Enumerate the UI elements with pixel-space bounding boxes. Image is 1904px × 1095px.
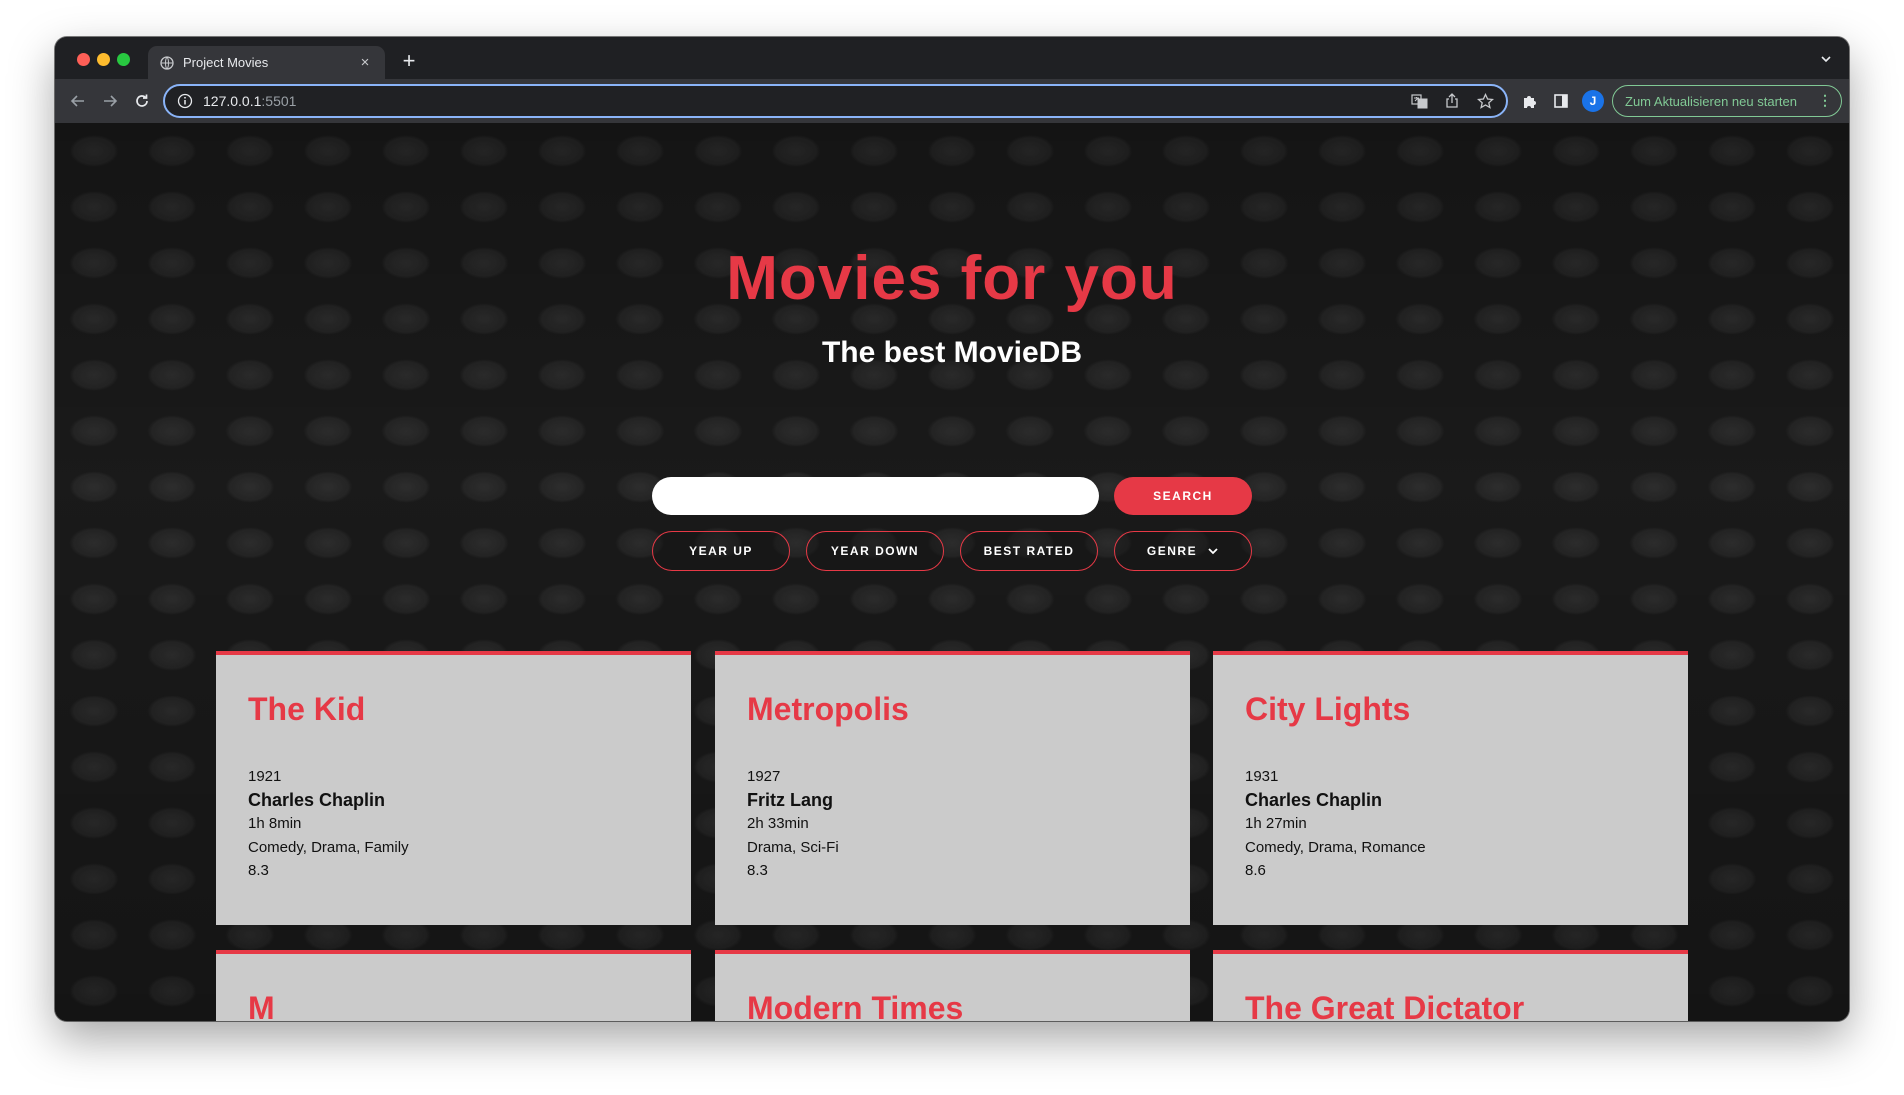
movie-year: 1931 [1245, 768, 1279, 785]
extensions-puzzle-icon[interactable] [1520, 91, 1540, 111]
movie-director: Fritz Lang [747, 789, 833, 810]
address-bar[interactable]: 127.0.0.1:5501 [163, 84, 1508, 118]
side-panel-icon[interactable] [1551, 91, 1571, 111]
movie-rating: 8.3 [747, 862, 768, 879]
year-down-label: YEAR DOWN [830, 544, 920, 558]
movie-card[interactable]: M [216, 950, 691, 1021]
tab-search-chevron-icon[interactable] [1819, 52, 1833, 66]
movie-director: Charles Chaplin [248, 789, 386, 810]
genre-dropdown[interactable]: GENRE [1114, 531, 1252, 571]
chevron-down-icon [1207, 545, 1219, 557]
movie-genres: Comedy, Drama, Romance [1245, 838, 1426, 856]
browser-window: Project Movies × + 127.0.0.1:5501 J Zum … [55, 37, 1849, 1021]
movie-director: Charles Chaplin [1245, 789, 1383, 810]
back-arrow-icon[interactable] [68, 91, 88, 111]
share-icon[interactable] [1443, 92, 1461, 110]
movie-card[interactable]: City Lights 1931 Charles Chaplin 1h 27mi… [1213, 651, 1688, 925]
movie-year: 1921 [248, 768, 282, 785]
year-up-button[interactable]: YEAR UP [652, 531, 790, 571]
browser-tab[interactable]: Project Movies × [148, 46, 385, 79]
more-menu-icon[interactable]: ⋮ [1818, 92, 1832, 108]
best-rated-label: BEST RATED [983, 544, 1075, 558]
movie-rating: 8.3 [248, 862, 269, 879]
hero-subtitle: The best MovieDB [821, 336, 1083, 369]
year-up-label: YEAR UP [689, 544, 753, 558]
site-info-icon[interactable] [177, 93, 193, 109]
movie-title: Modern Times [747, 990, 964, 1021]
movie-card[interactable]: The Great Dictator [1213, 950, 1688, 1021]
url-port: :5501 [261, 93, 297, 109]
movie-rating: 8.6 [1245, 862, 1266, 879]
new-tab-button[interactable]: + [399, 50, 419, 72]
movie-genres: Drama, Sci-Fi [747, 838, 839, 856]
movie-genres: Comedy, Drama, Family [248, 838, 409, 856]
url-host: 127.0.0.1 [203, 93, 262, 109]
movie-title: The Kid [248, 691, 366, 727]
update-button-label: Zum Aktualisieren neu starten [1625, 93, 1797, 109]
globe-icon [160, 55, 174, 70]
forward-arrow-icon[interactable] [100, 91, 120, 111]
tab-close-icon[interactable]: × [357, 54, 373, 71]
maximize-window-button[interactable] [117, 53, 130, 66]
tab-title: Project Movies [183, 55, 269, 70]
search-input[interactable] [652, 477, 1099, 515]
movie-card[interactable]: The Kid 1921 Charles Chaplin 1h 8min Com… [216, 651, 691, 925]
movie-year: 1927 [747, 768, 781, 785]
movie-title: Metropolis [747, 691, 909, 727]
movie-title: City Lights [1245, 691, 1411, 727]
minimize-window-button[interactable] [97, 53, 110, 66]
movie-duration: 2h 33min [747, 815, 809, 832]
hero-title: Movies for you [726, 244, 1178, 313]
page-content: Movies for you The best MovieDB SEARCH Y… [55, 123, 1849, 1021]
year-down-button[interactable]: YEAR DOWN [806, 531, 944, 571]
search-button[interactable]: SEARCH [1114, 477, 1252, 515]
browser-toolbar: 127.0.0.1:5501 J Zum Aktualisieren neu s… [55, 79, 1849, 123]
movie-card[interactable]: Metropolis 1927 Fritz Lang 2h 33min Dram… [715, 651, 1190, 925]
reload-icon[interactable] [132, 91, 152, 111]
close-window-button[interactable] [77, 53, 90, 66]
movie-title: M [248, 990, 275, 1021]
update-browser-button[interactable]: Zum Aktualisieren neu starten ⋮ [1612, 85, 1842, 117]
translate-icon[interactable] [1410, 92, 1428, 110]
best-rated-button[interactable]: BEST RATED [960, 531, 1098, 571]
movie-duration: 1h 27min [1245, 815, 1307, 832]
movie-card[interactable]: Modern Times [715, 950, 1190, 1021]
bookmark-star-icon[interactable] [1476, 92, 1494, 110]
genre-label: GENRE [1146, 544, 1198, 558]
profile-avatar[interactable]: J [1582, 90, 1604, 112]
tab-strip: Project Movies × + [55, 37, 1849, 79]
movie-title: The Great Dictator [1245, 990, 1525, 1021]
url-text: 127.0.0.1:5501 [203, 93, 1395, 109]
movie-duration: 1h 8min [248, 815, 302, 832]
